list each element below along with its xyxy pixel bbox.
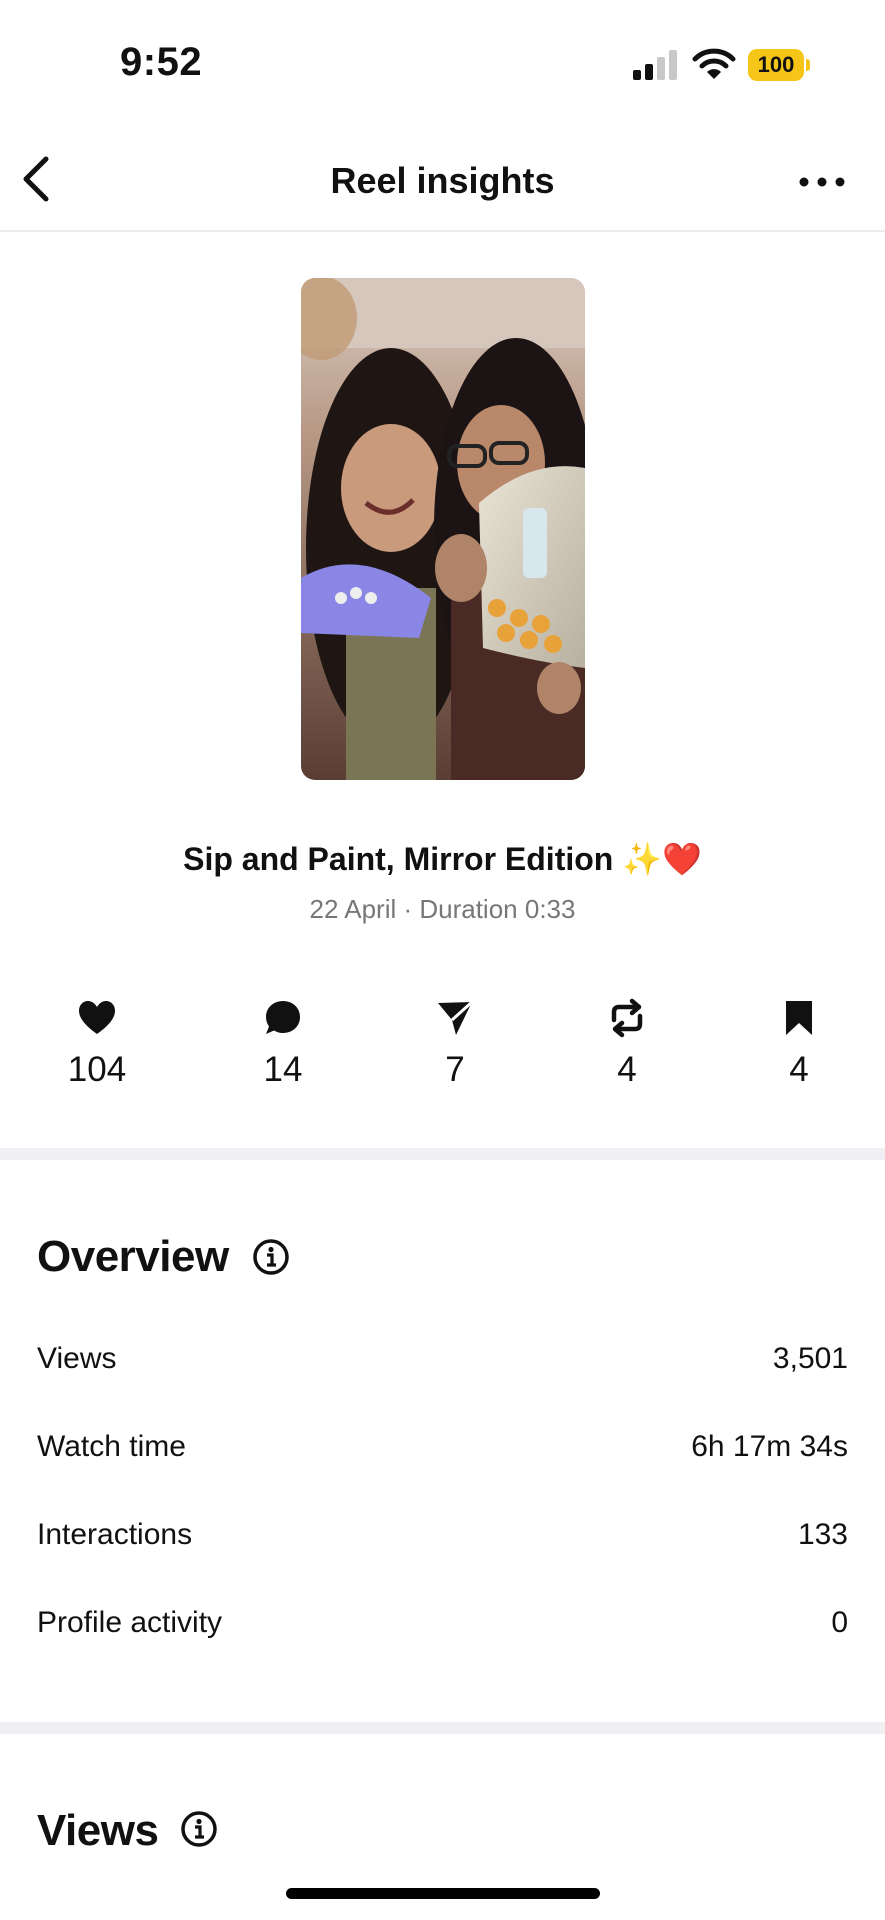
interactions-value: 133 xyxy=(797,1518,848,1551)
nav-bar: Reel insights xyxy=(0,120,885,232)
reposts-stat: 4 xyxy=(567,998,687,1090)
share-icon xyxy=(438,1000,474,1035)
reposts-count: 4 xyxy=(617,1050,637,1089)
comments-count: 14 xyxy=(263,1050,303,1089)
saves-count: 4 xyxy=(789,1050,809,1089)
status-bar: 9:52 100 xyxy=(0,0,885,120)
shares-stat: 7 xyxy=(395,998,515,1090)
repost-icon xyxy=(611,998,643,1038)
section-divider xyxy=(0,1722,885,1734)
section-divider xyxy=(0,1148,885,1160)
page-title: Reel insights xyxy=(330,160,555,201)
overview-info-icon[interactable] xyxy=(252,1238,290,1276)
profile-activity-value: 0 xyxy=(831,1606,848,1639)
profile-activity-label: Profile activity xyxy=(37,1606,223,1639)
bookmark-icon xyxy=(786,1001,812,1035)
likes-count: 104 xyxy=(67,1050,127,1089)
shares-count: 7 xyxy=(445,1050,465,1089)
overview-row-profile-activity: Profile activity 0 xyxy=(37,1606,848,1650)
views-section-title: Views xyxy=(37,1806,159,1855)
watch-time-value: 6h 17m 34s xyxy=(691,1430,848,1463)
watch-time-label: Watch time xyxy=(37,1430,186,1463)
reel-thumbnail[interactable] xyxy=(301,278,585,780)
views-label: Views xyxy=(37,1342,117,1375)
battery-icon: 100 xyxy=(748,48,810,82)
heart-icon xyxy=(79,1001,115,1034)
interactions-label: Interactions xyxy=(37,1518,193,1551)
overview-row-views: Views 3,501 xyxy=(37,1342,848,1386)
overview-row-interactions: Interactions 133 xyxy=(37,1518,848,1562)
more-options-icon[interactable] xyxy=(796,172,848,192)
reel-insights-screen: 9:52 100 Reel insights Sip and Paint, Mi… xyxy=(0,0,885,1920)
overview-title: Overview xyxy=(37,1232,229,1281)
wifi-icon xyxy=(692,48,736,79)
comments-stat: 14 xyxy=(223,998,343,1090)
views-info-icon[interactable] xyxy=(180,1810,218,1848)
likes-stat: 104 xyxy=(37,998,157,1090)
reel-meta: 22 April · Duration 0:33 xyxy=(309,894,576,924)
comment-icon xyxy=(266,1001,300,1034)
reel-caption: Sip and Paint, Mirror Edition ✨❤️ xyxy=(183,841,702,877)
saves-stat: 4 xyxy=(739,998,859,1090)
status-time: 9:52 xyxy=(120,40,203,84)
overview-row-watch-time: Watch time 6h 17m 34s xyxy=(37,1430,848,1474)
views-value: 3,501 xyxy=(772,1342,848,1375)
battery-level: 100 xyxy=(757,52,795,77)
home-indicator xyxy=(286,1888,600,1899)
signal-icon xyxy=(633,50,677,80)
